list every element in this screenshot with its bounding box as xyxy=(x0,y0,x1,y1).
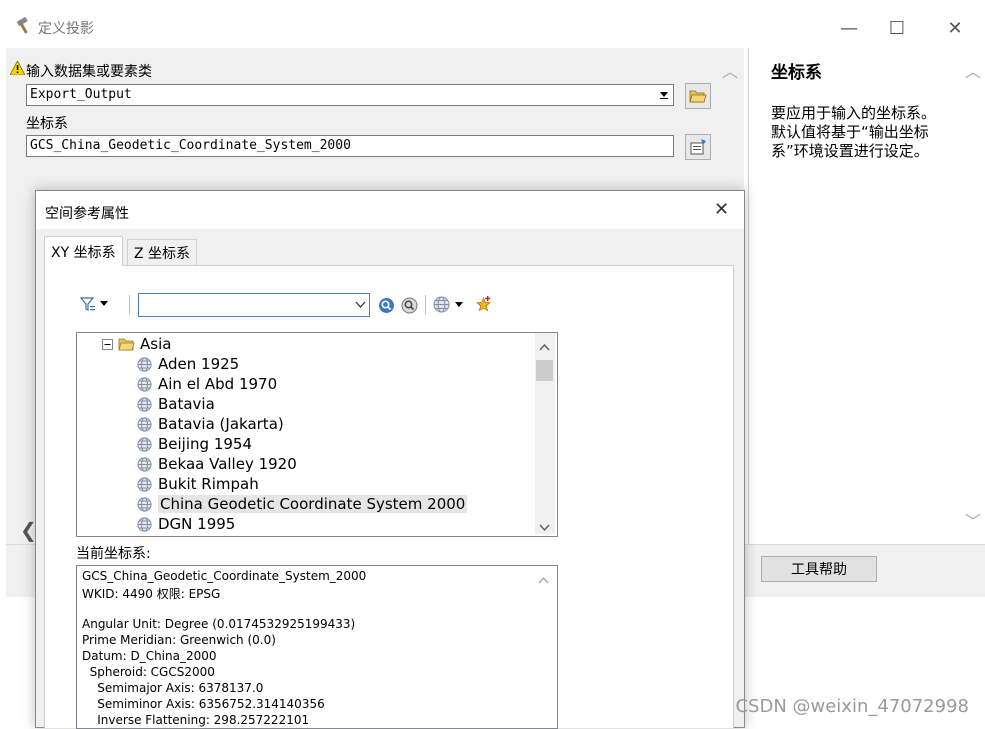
tree-item[interactable]: Beijing 1954 xyxy=(137,434,252,454)
coordinate-system-value: GCS_China_Geodetic_Coordinate_System_200… xyxy=(30,138,351,153)
tree-item-label: Aden 1925 xyxy=(158,355,240,373)
search-icon[interactable] xyxy=(378,297,395,318)
search-input[interactable] xyxy=(138,293,370,317)
tree-item[interactable]: Bekaa Valley 1920 xyxy=(137,454,297,474)
tab-xy-coordinate-system[interactable]: XY 坐标系 xyxy=(44,236,123,266)
collapse-icon xyxy=(102,338,113,350)
tree-scroll-thumb[interactable] xyxy=(536,360,553,381)
tree-item-label: Ain el Abd 1970 xyxy=(158,375,278,393)
detail-line: WKID: 4490 权限: EPSG xyxy=(82,587,221,601)
browse-dataset-button[interactable] xyxy=(685,83,711,109)
toolbar-separator xyxy=(425,295,426,315)
window-titlebar: 定义投影 — ☐ ✕ xyxy=(0,0,985,48)
dropdown-arrow-icon[interactable] xyxy=(654,85,673,105)
details-scroll-up-icon[interactable] xyxy=(538,572,549,588)
spatial-reference-dialog: 空间参考属性 ✕ XY 坐标系 Z 坐标系 Asia Aden 1925 Ain … xyxy=(35,190,745,729)
hammer-icon xyxy=(14,16,34,40)
help-scroll-up-icon[interactable]: ︿ xyxy=(963,58,983,82)
tree-item-label: Bekaa Valley 1920 xyxy=(158,455,297,473)
help-scroll-down-icon[interactable]: ﹀ xyxy=(963,508,983,532)
open-folder-icon xyxy=(118,338,135,351)
scroll-up-icon[interactable]: ︿ xyxy=(720,58,740,82)
filter-icon xyxy=(80,297,95,311)
properties-icon xyxy=(690,139,706,155)
input-dataset-field[interactable]: Export_Output xyxy=(26,84,674,106)
tree-item-label: Batavia (Jakarta) xyxy=(158,415,284,433)
tree-item[interactable]: Bukit Rimpah xyxy=(137,474,259,494)
tree-scrollbar[interactable] xyxy=(535,333,555,534)
help-text: 要应用于输入的坐标系。默认值将基于“输出坐标系”环境设置进行设定。 xyxy=(771,104,937,160)
tree-item[interactable]: Ain el Abd 1970 xyxy=(137,374,277,394)
input-dataset-label: 输入数据集或要素类 xyxy=(26,64,152,80)
tree-item-label: Bukit Rimpah xyxy=(158,475,259,493)
coordinate-system-field[interactable]: GCS_China_Geodetic_Coordinate_System_200… xyxy=(26,135,674,157)
dialog-titlebar: 空间参考属性 ✕ xyxy=(36,191,744,229)
globe-icon xyxy=(137,516,152,532)
dialog-title: 空间参考属性 xyxy=(45,206,129,222)
current-coordinate-system-label: 当前坐标系: xyxy=(76,546,151,562)
clear-search-icon[interactable] xyxy=(401,297,418,318)
tree-scroll-down-icon[interactable] xyxy=(539,519,550,535)
globe-icon xyxy=(137,456,152,472)
detail-line: Inverse Flattening: 298.257222101 xyxy=(82,713,310,727)
warning-icon xyxy=(9,60,26,79)
maximize-button[interactable]: ☐ xyxy=(874,12,920,44)
globe-icon xyxy=(137,436,152,452)
chevron-down-icon xyxy=(455,301,463,307)
chevron-down-icon xyxy=(100,301,108,306)
tree-item-label: Beijing 1954 xyxy=(158,435,252,453)
globe-icon xyxy=(433,296,450,313)
coordinate-system-label: 坐标系 xyxy=(26,116,68,132)
add-to-favorites-icon[interactable] xyxy=(475,296,492,317)
close-button[interactable]: ✕ xyxy=(932,12,978,44)
detail-line: Spheroid: CGCS2000 xyxy=(82,665,215,679)
globe-icon xyxy=(137,356,152,372)
search-dropdown-chevron-icon[interactable] xyxy=(355,301,366,309)
tool-help-button[interactable]: 工具帮助 xyxy=(761,556,877,582)
tree-scroll-up-icon[interactable] xyxy=(539,339,550,355)
detail-line: Datum: D_China_2000 xyxy=(82,649,217,663)
globe-icon xyxy=(137,396,152,412)
coordinate-system-tree[interactable]: Asia Aden 1925 Ain el Abd 1970 Batavia Bata… xyxy=(76,332,558,537)
open-folder-icon xyxy=(689,90,707,103)
input-dataset-value: Export_Output xyxy=(30,87,132,102)
window-title: 定义投影 xyxy=(38,21,94,37)
tree-item-selected[interactable]: China Geodetic Coordinate System 2000 xyxy=(137,494,468,514)
watermark: CSDN @weixin_47072998 xyxy=(735,696,969,717)
detail-line: Angular Unit: Degree (0.0174532925199433… xyxy=(82,617,356,631)
globe-icon xyxy=(137,416,152,432)
current-coordinate-system-details: GCS_China_Geodetic_Coordinate_System_200… xyxy=(76,565,558,729)
help-title: 坐标系 xyxy=(771,63,822,83)
globe-icon xyxy=(137,376,152,392)
tree-folder-asia[interactable]: Asia xyxy=(102,334,171,354)
detail-line: Semimajor Axis: 6378137.0 xyxy=(82,681,264,695)
tree-item-label: DGN 1995 xyxy=(158,515,236,533)
minimize-button[interactable]: — xyxy=(826,12,872,44)
add-coordinate-system-dropdown[interactable] xyxy=(433,296,464,313)
detail-line: GCS_China_Geodetic_Coordinate_System_200… xyxy=(82,569,367,583)
toolbar-separator xyxy=(129,295,130,315)
tree-item[interactable]: Batavia xyxy=(137,394,215,414)
tree-item[interactable]: Batavia (Jakarta) xyxy=(137,414,284,434)
help-pane: 坐标系 要应用于输入的坐标系。默认值将基于“输出坐标系”环境设置进行设定。 ︿ … xyxy=(748,48,985,544)
tree-item-label: China Geodetic Coordinate System 2000 xyxy=(158,495,468,513)
tree-item-label: Batavia xyxy=(158,395,215,413)
globe-icon xyxy=(137,476,152,492)
filter-dropdown-button[interactable] xyxy=(80,296,109,312)
tree-item[interactable]: Aden 1925 xyxy=(137,354,239,374)
dialog-close-button[interactable]: ✕ xyxy=(714,199,729,220)
tree-item[interactable]: DGN 1995 xyxy=(137,514,235,534)
detail-line: Semiminor Axis: 6356752.314140356 xyxy=(82,697,325,711)
detail-line: Prime Meridian: Greenwich (0.0) xyxy=(82,633,276,647)
tree-folder-label: Asia xyxy=(140,335,172,353)
coordinate-system-properties-button[interactable] xyxy=(685,134,711,160)
tab-z-coordinate-system[interactable]: Z 坐标系 xyxy=(127,239,198,265)
globe-icon xyxy=(137,496,152,512)
